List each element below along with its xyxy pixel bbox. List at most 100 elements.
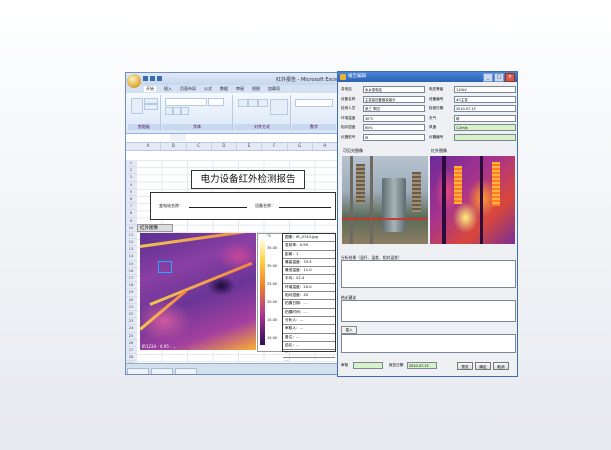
maximize-icon[interactable]: □ — [494, 73, 504, 82]
copy-icon[interactable] — [144, 104, 158, 110]
close-icon[interactable]: × — [505, 73, 515, 82]
field-input[interactable]: 张三 李四 — [363, 105, 425, 112]
paste-icon[interactable] — [131, 98, 143, 114]
row-header[interactable]: 5 — [126, 189, 136, 196]
ok-button[interactable]: 确定 — [475, 362, 491, 370]
bold-icon[interactable] — [165, 107, 173, 115]
column-header[interactable]: A — [136, 143, 162, 150]
align-left-icon[interactable] — [238, 99, 248, 107]
field-input[interactable] — [454, 133, 516, 141]
save-icon[interactable] — [143, 76, 148, 81]
row-header[interactable]: 4 — [126, 182, 136, 189]
tab-home[interactable]: 开始 — [144, 86, 156, 92]
office-button-icon[interactable] — [127, 74, 141, 88]
row-header[interactable]: 21 — [126, 304, 136, 311]
report-date-field[interactable]: 2010-07-15 — [407, 362, 437, 369]
sheet-tab[interactable] — [175, 368, 197, 374]
sheet-tab[interactable] — [127, 368, 149, 374]
field-input[interactable]: #1主变 — [454, 95, 516, 103]
row-header[interactable]: 8 — [126, 210, 136, 218]
substation-label: 变电站名称： — [159, 203, 183, 208]
tab-view[interactable]: 视图 — [252, 86, 260, 92]
excel-window: 红外报告 - Microsoft Excel 开始 插入 页面布局 公式 数据 … — [125, 72, 339, 375]
font-name-select[interactable] — [165, 98, 207, 106]
infrared-image[interactable]: IR1234 · 0.95 · ... — [140, 233, 256, 350]
field-input[interactable]: 晴 — [454, 114, 516, 122]
visible-light-photo[interactable] — [342, 156, 428, 244]
name-box[interactable] — [126, 134, 171, 141]
tab-page-layout[interactable]: 页面布局 — [180, 86, 196, 92]
row-header[interactable]: 27 — [126, 347, 136, 355]
infrared-photo[interactable] — [430, 156, 515, 244]
column-header[interactable]: C — [187, 143, 212, 150]
reviewer-field[interactable] — [353, 362, 383, 369]
row-header[interactable]: 14 — [126, 253, 136, 261]
conclusion-textarea[interactable] — [341, 300, 516, 322]
row-header[interactable]: 25 — [126, 333, 136, 340]
image-stamp: IR1234 · 0.95 · ... — [142, 344, 177, 349]
wrap-text-icon[interactable] — [270, 99, 288, 115]
fx-icon[interactable] — [170, 134, 186, 141]
insert-button[interactable]: 插入 — [341, 326, 357, 334]
redo-icon[interactable] — [157, 76, 162, 81]
scale-tick: 25.00 — [267, 282, 278, 286]
number-format-select[interactable] — [295, 99, 333, 107]
row-header[interactable]: 1 — [126, 160, 136, 168]
row-header[interactable]: 28 — [126, 354, 136, 362]
field-input[interactable]: 主变高压套管及接头 — [363, 95, 425, 103]
tab-formulas[interactable]: 公式 — [204, 86, 212, 92]
row-header[interactable]: 24 — [126, 325, 136, 333]
row-header[interactable]: 17 — [126, 275, 136, 283]
row-header[interactable]: 16 — [126, 268, 136, 275]
row-header[interactable]: 3 — [126, 174, 136, 182]
field-input[interactable]: 110kV — [454, 86, 516, 93]
align-center-icon[interactable] — [248, 99, 258, 107]
row-header[interactable]: 2 — [126, 167, 136, 175]
column-header[interactable]: E — [237, 143, 263, 150]
field-input[interactable]: 30°C — [363, 114, 425, 122]
row-header[interactable]: 6 — [126, 196, 136, 204]
font-size-select[interactable] — [208, 98, 224, 106]
notes-textarea[interactable] — [341, 334, 516, 353]
italic-icon[interactable] — [173, 107, 181, 115]
row-header[interactable]: 9 — [126, 218, 136, 225]
column-header[interactable]: B — [161, 143, 187, 150]
field-input[interactable]: 水乡变电站 — [363, 86, 425, 93]
column-header[interactable]: G — [288, 143, 313, 150]
row-header[interactable]: 22 — [126, 311, 136, 319]
ir-photo-label: 红外图像 — [431, 148, 447, 153]
preview-button[interactable]: 预览 — [457, 362, 473, 370]
row-header[interactable]: 13 — [126, 246, 136, 254]
field-input[interactable]: 2010-07-15 — [454, 105, 516, 112]
tab-addins[interactable]: 加载项 — [268, 86, 280, 92]
column-header[interactable]: H — [313, 143, 338, 150]
worksheet-grid[interactable]: 电力设备红外检测报告 变电站名称： 设备名称： 红外图像 IR1234 · 0.… — [136, 160, 338, 367]
tab-review[interactable]: 审阅 — [236, 86, 244, 92]
field-input[interactable]: 1.2m/s — [454, 124, 516, 131]
row-header[interactable]: 19 — [126, 289, 136, 297]
row-header[interactable]: 11 — [126, 232, 136, 240]
column-header[interactable]: D — [212, 143, 237, 150]
field-input[interactable]: 60% — [363, 124, 425, 131]
minimize-icon[interactable]: _ — [483, 73, 493, 82]
analysis-textarea[interactable] — [341, 260, 516, 288]
row-header[interactable]: 15 — [126, 261, 136, 268]
sheet-tab[interactable] — [151, 368, 173, 374]
align-right-icon[interactable] — [258, 99, 268, 107]
underline-icon[interactable] — [181, 107, 189, 115]
row-header[interactable]: 18 — [126, 282, 136, 290]
measurement-box[interactable] — [158, 261, 172, 273]
row-header[interactable]: 7 — [126, 203, 136, 211]
column-header[interactable]: F — [262, 143, 288, 150]
row-header[interactable]: 26 — [126, 340, 136, 347]
undo-icon[interactable] — [150, 76, 155, 81]
tab-data[interactable]: 数据 — [220, 86, 228, 92]
cancel-button[interactable]: 取消 — [493, 362, 509, 370]
tab-insert[interactable]: 插入 — [164, 86, 172, 92]
row-header[interactable]: 10 — [126, 225, 136, 232]
form-row: 变电站 水乡变电站 电压等级 110kV — [341, 86, 516, 94]
row-header[interactable]: 20 — [126, 297, 136, 304]
row-header[interactable]: 23 — [126, 318, 136, 326]
row-header[interactable]: 12 — [126, 239, 136, 247]
field-input[interactable]: IR — [363, 133, 425, 141]
